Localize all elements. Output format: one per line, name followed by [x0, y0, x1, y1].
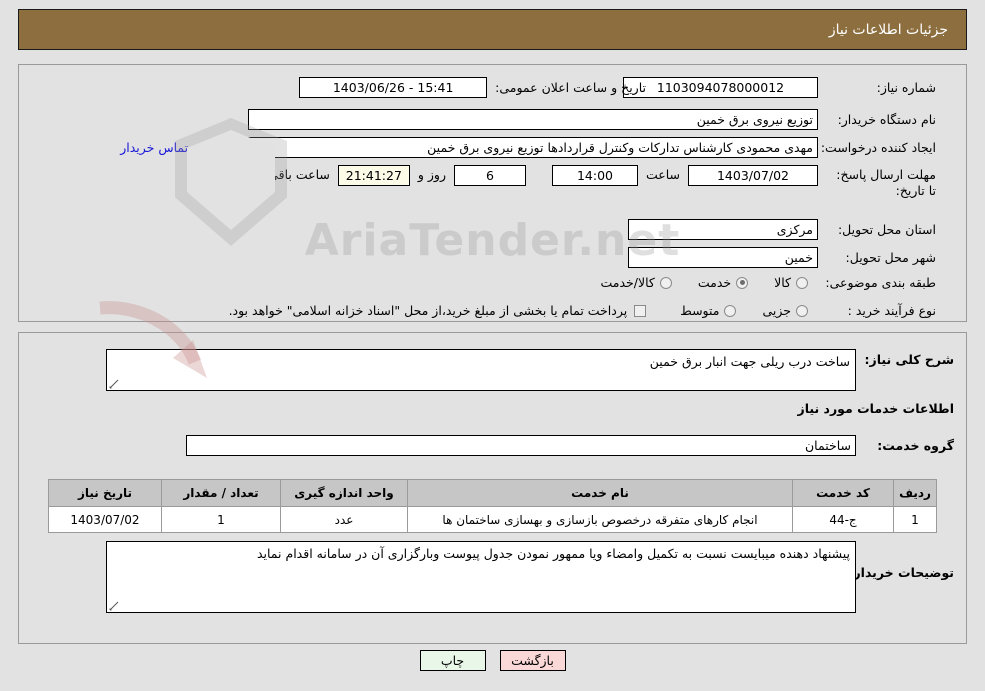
treasury-checkbox-label: پرداخت تمام یا بخشی از مبلغ خرید،از محل … [228, 303, 628, 318]
col-qty: تعداد / مقدار [161, 479, 281, 507]
deadline-time-label: ساعت [645, 167, 680, 182]
service-group-label: گروه خدمت: [877, 437, 954, 453]
treasury-checkbox[interactable] [634, 304, 647, 317]
deadline-label: مهلت ارسال پاسخ: تا تاریخ: [836, 167, 936, 198]
page-header: جزئیات اطلاعات نیاز [18, 9, 967, 50]
process-option-medium-label: متوسط [680, 303, 720, 319]
province-field[interactable]: مرکزی [628, 219, 818, 240]
category-option-goods-service-label: کالا/خدمت [600, 275, 655, 291]
need-summary-panel: شماره نیاز: 1103094078000012 تاریخ و ساع… [18, 64, 967, 322]
city-row: شهر محل تحویل: خمین [628, 247, 936, 268]
general-description-label: شرح کلی نیاز: [864, 352, 954, 367]
requester-field[interactable]: مهدی محمودی کارشناس تدارکات وکنترل قرارد… [248, 137, 818, 158]
buyer-notes-label: توضیحات خریدار: [848, 565, 954, 580]
cell-unit: عدد [280, 506, 408, 533]
buyer-notes-row: توضیحات خریدار: پیشنهاد دهنده میبایست نس… [106, 541, 954, 613]
city-label: شهر محل تحویل: [845, 249, 936, 265]
buyer-org-field[interactable]: توزیع نیروی برق خمین [248, 109, 818, 130]
category-option-service[interactable]: خدمت [697, 275, 749, 291]
remaining-time-field: 21:41:27 [337, 165, 410, 186]
general-description-textarea[interactable]: ساخت درب ریلی جهت انبار برق خمین [106, 349, 856, 391]
remaining-days-label: روز و [417, 167, 446, 182]
need-number-field[interactable]: 1103094078000012 [623, 77, 818, 98]
buyer-notes-text: پیشنهاد دهنده میبایست نسبت به تکمیل وامض… [256, 546, 850, 561]
cell-row: 1 [893, 506, 937, 533]
cell-code: ج-44 [792, 506, 894, 533]
services-section-heading: اطلاعات خدمات مورد نیاز [797, 401, 955, 416]
radio-goods-service-icon[interactable] [659, 276, 672, 289]
back-button[interactable]: بازگشت [499, 650, 566, 671]
buyer-contact-link[interactable]: اطلاعات تماس خریدار [120, 140, 236, 155]
process-type-row: نوع فرآیند خرید : جزیی متوسط پرداخت تمام… [229, 303, 936, 319]
buyer-notes-textarea[interactable]: پیشنهاد دهنده میبایست نسبت به تکمیل وامض… [106, 541, 856, 613]
col-unit: واحد اندازه گیری [280, 479, 408, 507]
col-code: کد خدمت [792, 479, 894, 507]
process-label: نوع فرآیند خرید : [847, 303, 936, 318]
radio-medium-icon[interactable] [724, 304, 737, 317]
province-label: استان محل تحویل: [837, 221, 936, 237]
process-option-minor[interactable]: جزیی [762, 303, 808, 318]
need-number-label: شماره نیاز: [876, 79, 936, 95]
requester-row: ایجاد کننده درخواست: مهدی محمودی کارشناس… [120, 137, 936, 158]
category-option-service-label: خدمت [697, 275, 732, 291]
col-row: ردیف [893, 479, 937, 507]
table-header-row: ردیف کد خدمت نام خدمت واحد اندازه گیری ت… [48, 479, 937, 507]
radio-goods-icon[interactable] [796, 276, 808, 289]
col-date: تاریخ نیاز [48, 479, 162, 507]
deadline-row: مهلت ارسال پاسخ: تا تاریخ: 1403/07/02 سا… [237, 165, 936, 198]
service-items-table-wrap: ردیف کد خدمت نام خدمت واحد اندازه گیری ت… [48, 479, 937, 533]
page-title: جزئیات اطلاعات نیاز [828, 21, 948, 38]
radio-service-icon[interactable] [736, 276, 749, 289]
general-description-row: شرح کلی نیاز: ساخت درب ریلی جهت انبار بر… [106, 349, 954, 391]
requester-label: ایجاد کننده درخواست: [820, 139, 936, 155]
announce-label: تاریخ و ساعت اعلان عمومی: [495, 79, 646, 95]
deadline-time-field[interactable]: 14:00 [551, 165, 638, 186]
cell-date: 1403/07/02 [48, 506, 162, 533]
cell-qty: 1 [161, 506, 281, 533]
radio-minor-icon[interactable] [796, 304, 808, 317]
action-button-bar: بازگشت چاپ [0, 650, 985, 671]
table-row: 1 ج-44 انجام کارهای متفرقه درخصوص بازساز… [48, 506, 937, 533]
announce-date-field[interactable]: 15:41 - 1403/06/26 [299, 77, 488, 98]
remaining-days-field[interactable]: 6 [453, 165, 526, 186]
buyer-org-row: نام دستگاه خریدار: توزیع نیروی برق خمین [248, 109, 936, 130]
resize-grip-icon[interactable] [109, 601, 119, 611]
deadline-date-field[interactable]: 1403/07/02 [688, 165, 818, 186]
service-group-row: گروه خدمت: ساختمان [186, 435, 954, 456]
service-group-field[interactable]: ساختمان [186, 435, 856, 456]
general-description-text: ساخت درب ریلی جهت انبار برق خمین [649, 354, 850, 369]
category-option-goods-service[interactable]: کالا/خدمت [600, 275, 672, 291]
category-option-goods[interactable]: کالا [774, 275, 808, 290]
process-option-minor-label: جزیی [762, 303, 791, 319]
col-name: نام خدمت [407, 479, 793, 507]
process-option-medium[interactable]: متوسط [680, 303, 737, 319]
category-row: طبقه بندی موضوعی: کالا خدمت کالا/خدمت [600, 275, 936, 291]
province-row: استان محل تحویل: مرکزی [628, 219, 936, 240]
category-label: طبقه بندی موضوعی: [825, 275, 936, 290]
buyer-org-label: نام دستگاه خریدار: [837, 111, 936, 127]
need-number-row: شماره نیاز: 1103094078000012 [623, 77, 936, 98]
announce-row: تاریخ و ساعت اعلان عمومی: 15:41 - 1403/0… [299, 77, 646, 98]
resize-grip-icon[interactable] [109, 379, 119, 389]
remaining-time-label: ساعت باقی مانده [237, 167, 330, 182]
print-button[interactable]: چاپ [419, 650, 486, 671]
cell-name: انجام کارهای متفرقه درخصوص بازسازی و بهس… [407, 506, 793, 533]
category-option-goods-label: کالا [774, 275, 791, 291]
service-items-table: ردیف کد خدمت نام خدمت واحد اندازه گیری ت… [48, 479, 937, 533]
city-field[interactable]: خمین [628, 247, 818, 268]
